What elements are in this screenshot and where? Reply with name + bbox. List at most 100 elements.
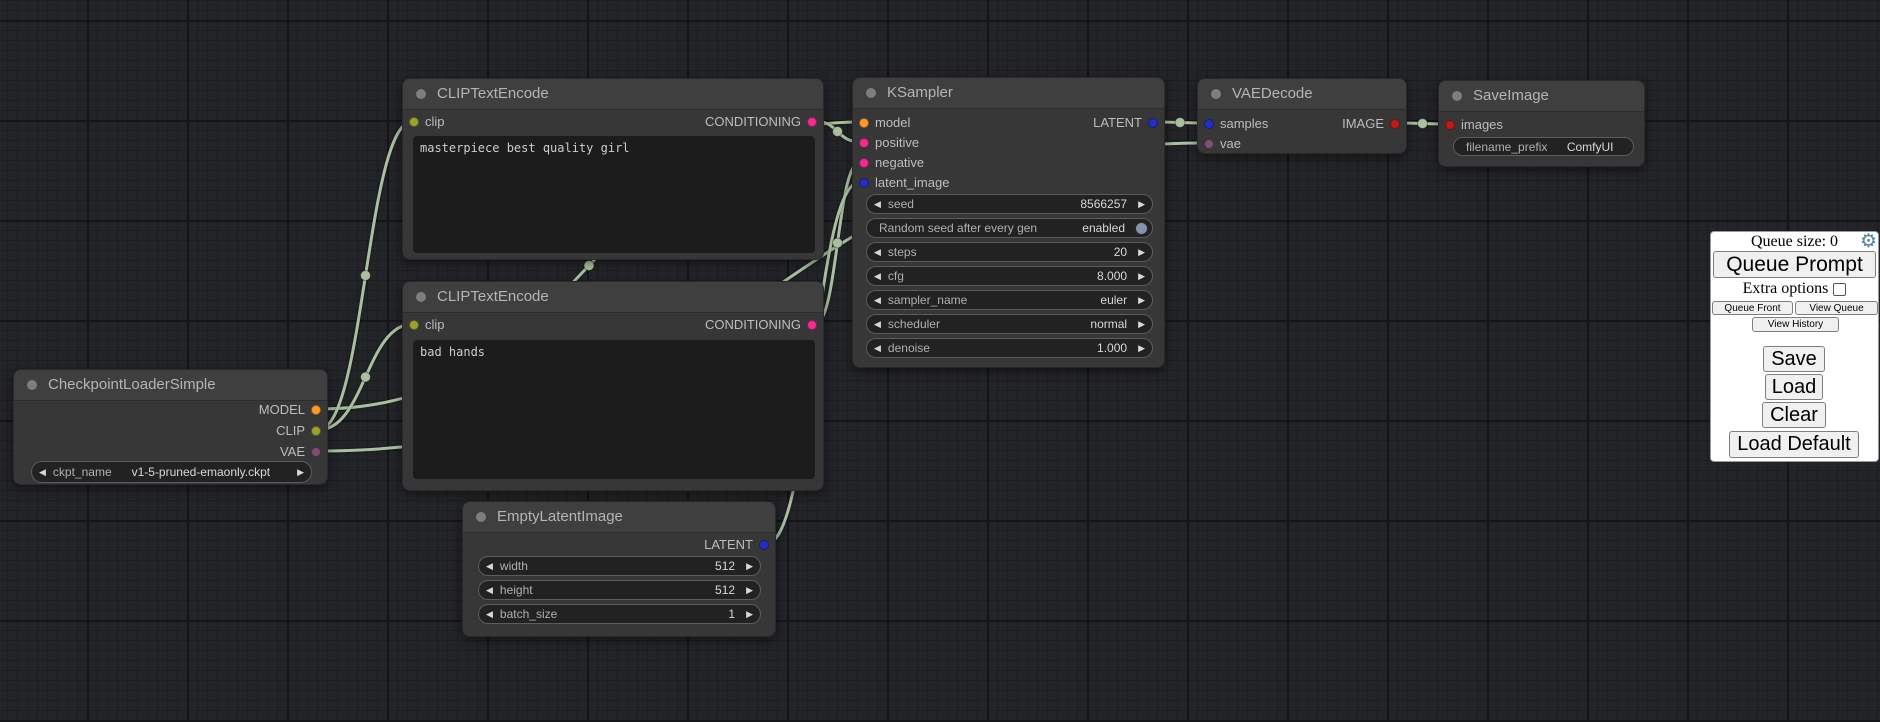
next-arrow-icon[interactable]: ▶	[1131, 267, 1152, 285]
output-port-image[interactable]: IMAGE	[1342, 114, 1406, 134]
node-titlebar[interactable]: CLIPTextEncode	[403, 79, 823, 110]
output-port-latent[interactable]: LATENT	[1093, 113, 1164, 133]
seed-widget[interactable]: ◀ seed 8566257 ▶	[866, 194, 1153, 214]
prev-arrow-icon[interactable]: ◀	[867, 291, 888, 309]
prev-arrow-icon[interactable]: ◀	[867, 267, 888, 285]
clip-port-dot[interactable]	[409, 117, 419, 127]
extra-options-checkbox[interactable]	[1833, 283, 1846, 296]
model-port-dot[interactable]	[311, 405, 321, 415]
output-port-conditioning[interactable]: CONDITIONING	[705, 315, 823, 335]
toggle-enabled-icon[interactable]	[1135, 222, 1148, 235]
output-port-vae[interactable]: VAE	[280, 442, 327, 462]
conditioning-port-dot[interactable]	[859, 158, 869, 168]
sampler-name-widget[interactable]: ◀ sampler_name euler ▶	[866, 290, 1153, 310]
model-port-dot[interactable]	[859, 118, 869, 128]
output-port-model[interactable]: MODEL	[259, 400, 327, 420]
prev-arrow-icon[interactable]: ◀	[867, 243, 888, 261]
node-graph-canvas[interactable]: CheckpointLoaderSimple MODEL CLIP VAE ◀ …	[0, 0, 1880, 722]
prev-arrow-icon[interactable]: ◀	[479, 557, 500, 575]
image-port-dot[interactable]	[1390, 119, 1400, 129]
random-seed-toggle-widget[interactable]: Random seed after every gen enabled	[866, 218, 1153, 238]
latent-port-dot[interactable]	[759, 540, 769, 550]
next-arrow-icon[interactable]: ▶	[1131, 315, 1152, 333]
prev-arrow-icon[interactable]: ◀	[867, 195, 888, 213]
input-port-clip[interactable]: clip	[403, 315, 445, 335]
latent-port-dot[interactable]	[1148, 118, 1158, 128]
prev-arrow-icon[interactable]: ◀	[479, 605, 500, 623]
vae-port-dot[interactable]	[1204, 139, 1214, 149]
save-button[interactable]: Save	[1763, 346, 1825, 372]
conditioning-port-dot[interactable]	[807, 117, 817, 127]
width-widget[interactable]: ◀ width 512 ▶	[478, 556, 761, 576]
image-port-dot[interactable]	[1445, 120, 1455, 130]
prev-arrow-icon[interactable]: ◀	[479, 581, 500, 599]
clear-button[interactable]: Clear	[1762, 402, 1826, 428]
prompt-textarea[interactable]: masterpiece best quality girl	[413, 136, 815, 253]
node-titlebar[interactable]: CLIPTextEncode	[403, 282, 823, 313]
collapse-dot-icon[interactable]	[27, 380, 37, 390]
collapse-dot-icon[interactable]	[1452, 91, 1462, 101]
node-clip-text-encode-positive[interactable]: CLIPTextEncode clip CONDITIONING masterp…	[402, 78, 824, 260]
scheduler-widget[interactable]: ◀ scheduler normal ▶	[866, 314, 1153, 334]
latent-port-dot[interactable]	[1204, 119, 1214, 129]
filename-prefix-widget[interactable]: filename_prefix ComfyUI	[1453, 137, 1634, 156]
next-arrow-icon[interactable]: ▶	[1131, 339, 1152, 357]
node-titlebar[interactable]: KSampler	[853, 78, 1164, 109]
denoise-widget[interactable]: ◀ denoise 1.000 ▶	[866, 338, 1153, 358]
latent-port-dot[interactable]	[859, 178, 869, 188]
node-clip-text-encode-negative[interactable]: CLIPTextEncode clip CONDITIONING bad han…	[402, 281, 824, 491]
input-port-latent-image[interactable]: latent_image	[853, 173, 949, 193]
output-port-conditioning[interactable]: CONDITIONING	[705, 112, 823, 132]
view-history-button[interactable]: View History	[1752, 317, 1839, 332]
next-arrow-icon[interactable]: ▶	[739, 581, 760, 599]
vae-port-dot[interactable]	[311, 447, 321, 457]
load-button[interactable]: Load	[1765, 374, 1823, 400]
output-port-latent[interactable]: LATENT	[704, 535, 775, 555]
conditioning-port-dot[interactable]	[807, 320, 817, 330]
output-port-clip[interactable]: CLIP	[276, 421, 327, 441]
node-empty-latent-image[interactable]: EmptyLatentImage LATENT ◀ width 512 ▶ ◀ …	[462, 501, 776, 637]
node-ksampler[interactable]: KSampler model positive negative latent_…	[852, 77, 1165, 368]
queue-front-button[interactable]: Queue Front	[1712, 301, 1793, 315]
input-port-samples[interactable]: samples	[1198, 114, 1268, 134]
steps-widget[interactable]: ◀ steps 20 ▶	[866, 242, 1153, 262]
collapse-dot-icon[interactable]	[416, 292, 426, 302]
settings-gear-icon[interactable]: ⚙	[1860, 232, 1877, 252]
ckpt-name-widget[interactable]: ◀ ckpt_name v1-5-pruned-emaonly.ckpt ▶	[31, 461, 312, 483]
clip-port-dot[interactable]	[409, 320, 419, 330]
prompt-textarea[interactable]: bad hands	[413, 340, 815, 479]
input-port-model[interactable]: model	[853, 113, 910, 133]
clip-port-dot[interactable]	[311, 426, 321, 436]
collapse-dot-icon[interactable]	[1211, 89, 1221, 99]
collapse-dot-icon[interactable]	[416, 89, 426, 99]
next-arrow-icon[interactable]: ▶	[739, 605, 760, 623]
next-arrow-icon[interactable]: ▶	[290, 463, 311, 481]
next-arrow-icon[interactable]: ▶	[1131, 195, 1152, 213]
conditioning-port-dot[interactable]	[859, 138, 869, 148]
prev-arrow-icon[interactable]: ◀	[867, 315, 888, 333]
node-titlebar[interactable]: EmptyLatentImage	[463, 502, 775, 533]
node-titlebar[interactable]: VAEDecode	[1198, 79, 1406, 110]
load-default-button[interactable]: Load Default	[1729, 431, 1859, 458]
node-checkpoint-loader-simple[interactable]: CheckpointLoaderSimple MODEL CLIP VAE ◀ …	[13, 369, 328, 485]
node-save-image[interactable]: SaveImage images filename_prefix ComfyUI	[1438, 80, 1645, 167]
input-port-negative[interactable]: negative	[853, 153, 924, 173]
height-widget[interactable]: ◀ height 512 ▶	[478, 580, 761, 600]
view-queue-button[interactable]: View Queue	[1795, 301, 1878, 315]
next-arrow-icon[interactable]: ▶	[739, 557, 760, 575]
next-arrow-icon[interactable]: ▶	[1131, 243, 1152, 261]
input-port-images[interactable]: images	[1439, 115, 1503, 135]
cfg-widget[interactable]: ◀ cfg 8.000 ▶	[866, 266, 1153, 286]
next-arrow-icon[interactable]: ▶	[1131, 291, 1152, 309]
queue-prompt-button[interactable]: Queue Prompt	[1713, 251, 1876, 278]
input-port-vae[interactable]: vae	[1198, 134, 1241, 154]
prev-arrow-icon[interactable]: ◀	[867, 339, 888, 357]
collapse-dot-icon[interactable]	[866, 88, 876, 98]
batch-size-widget[interactable]: ◀ batch_size 1 ▶	[478, 604, 761, 624]
prev-arrow-icon[interactable]: ◀	[32, 463, 53, 481]
collapse-dot-icon[interactable]	[476, 512, 486, 522]
node-titlebar[interactable]: SaveImage	[1439, 81, 1644, 112]
node-vae-decode[interactable]: VAEDecode samples vae IMAGE	[1197, 78, 1407, 154]
input-port-clip[interactable]: clip	[403, 112, 445, 132]
input-port-positive[interactable]: positive	[853, 133, 919, 153]
